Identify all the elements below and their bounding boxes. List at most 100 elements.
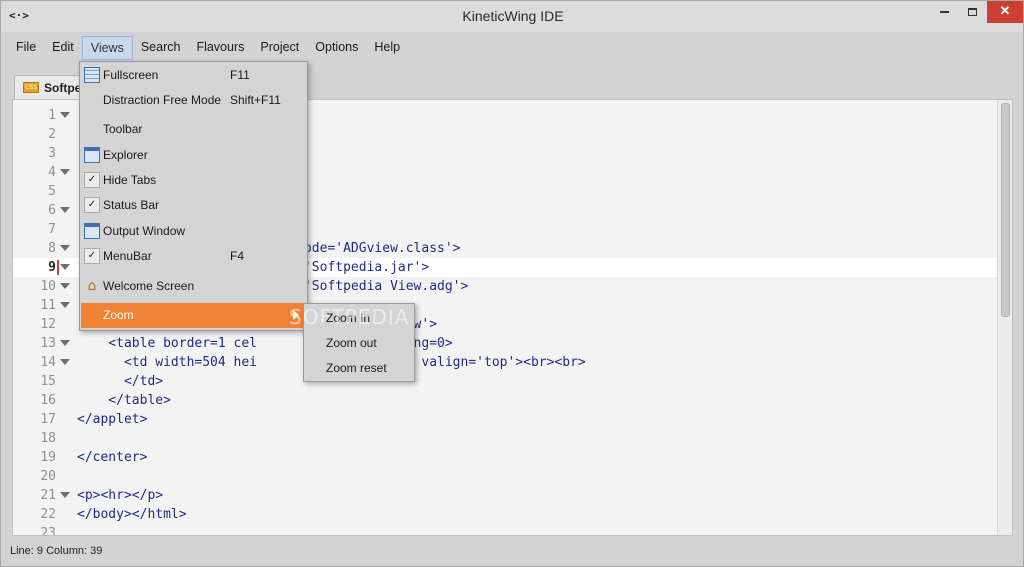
views-menu-item-output-window[interactable]: Output Window: [81, 219, 306, 244]
views-menu-item-menubar[interactable]: ✓ MenuBar F4: [81, 244, 306, 269]
menu-search[interactable]: Search: [133, 36, 189, 60]
close-button[interactable]: ✕: [987, 1, 1023, 23]
line-number: 5: [48, 184, 56, 199]
output-window-icon: [84, 223, 100, 239]
zoom-menu-item-zoom-reset[interactable]: Zoom reset: [326, 361, 387, 375]
line-number: 19: [40, 450, 56, 465]
explorer-icon: [84, 147, 100, 163]
editor-tab[interactable]: CSS Softpe: [14, 75, 84, 99]
menu-item-label: Explorer: [103, 148, 148, 162]
code-text: </table>: [77, 393, 171, 408]
menu-item-shortcut: F4: [230, 249, 245, 263]
minimize-button[interactable]: [931, 1, 958, 23]
vertical-scrollbar[interactable]: [997, 100, 1012, 535]
code-text: </td>: [77, 374, 164, 389]
ide-window: <·> KineticWing IDE ✕ File Edit Views Se…: [0, 0, 1024, 567]
title-bar[interactable]: <·> KineticWing IDE ✕: [1, 1, 1023, 32]
fold-arrow-icon[interactable]: [60, 169, 70, 175]
checkbox-checked-icon: ✓: [84, 248, 100, 264]
fold-arrow-icon[interactable]: [60, 207, 70, 213]
menu-views[interactable]: Views: [81, 36, 133, 60]
code-line[interactable]: 23: [13, 524, 997, 536]
views-menu-item-hide-tabs[interactable]: ✓ Hide Tabs: [81, 168, 306, 193]
code-line[interactable]: 20: [13, 467, 997, 486]
fold-arrow-icon[interactable]: [60, 492, 70, 498]
line-number: 20: [40, 469, 56, 484]
tab-label: Softpe: [44, 81, 82, 95]
submenu-arrow-icon: [293, 310, 299, 320]
line-number: 12: [40, 317, 56, 332]
line-number: 7: [48, 222, 56, 237]
status-bar: Line: 9 Column: 39: [1, 540, 1023, 566]
zoom-menu-item-zoom-out[interactable]: Zoom out: [326, 336, 377, 350]
line-number: 9: [48, 260, 56, 275]
menu-item-label: Welcome Screen: [103, 279, 195, 293]
menu-item-shortcut: Shift+F11: [230, 93, 281, 107]
views-menu-item-fullscreen[interactable]: Fullscreen F11: [81, 63, 306, 88]
views-menu-item-zoom[interactable]: Zoom: [81, 303, 306, 328]
menu-options[interactable]: Options: [307, 36, 366, 60]
code-text: <p><hr></p>: [77, 488, 164, 503]
views-dropdown-menu: Fullscreen F11 Distraction Free Mode Shift+…: [79, 61, 308, 331]
menu-item-label: Distraction Free Mode: [103, 93, 222, 107]
views-menu-item-explorer[interactable]: Explorer: [81, 143, 306, 168]
code-line[interactable]: 15 </td>: [13, 372, 997, 391]
line-number: 1: [48, 108, 56, 123]
menu-project[interactable]: Project: [252, 36, 307, 60]
code-text: </center>: [77, 450, 148, 465]
line-number: 23: [40, 526, 56, 536]
code-line[interactable]: 16 </table>: [13, 391, 997, 410]
minimize-icon: [940, 10, 949, 13]
menu-item-label: MenuBar: [103, 249, 152, 263]
status-text: Line: 9 Column: 39: [10, 545, 103, 557]
close-icon: ✕: [999, 3, 1011, 18]
views-menu-item-welcome-screen[interactable]: ⌂ Welcome Screen: [81, 274, 306, 299]
menu-bar: File Edit Views Search Flavours Project …: [8, 36, 408, 60]
fold-arrow-icon[interactable]: [60, 302, 70, 308]
menu-item-label: Zoom: [103, 308, 134, 322]
line-number: 3: [48, 146, 56, 161]
line-number: 4: [48, 165, 56, 180]
scrollbar-thumb[interactable]: [1001, 103, 1010, 317]
line-number: 13: [40, 336, 56, 351]
code-line[interactable]: 18: [13, 429, 997, 448]
views-menu-item-toolbar[interactable]: Toolbar: [81, 117, 306, 142]
code-line[interactable]: 21 <p><hr></p>: [13, 486, 997, 505]
menu-flavours[interactable]: Flavours: [188, 36, 252, 60]
maximize-icon: [968, 7, 977, 16]
checkbox-checked-icon: ✓: [84, 172, 100, 188]
code-line[interactable]: 19 </center>: [13, 448, 997, 467]
menu-item-label: Output Window: [103, 224, 186, 238]
code-line[interactable]: 17 </applet>: [13, 410, 997, 429]
fullscreen-icon: [84, 67, 100, 83]
line-number: 17: [40, 412, 56, 427]
zoom-menu-item-zoom-in[interactable]: Zoom In: [326, 311, 370, 325]
css-file-icon: CSS: [23, 82, 39, 93]
window-title: KineticWing IDE: [462, 8, 564, 24]
line-number: 21: [40, 488, 56, 503]
line-number: 18: [40, 431, 56, 446]
views-menu-item-distraction-free-mode[interactable]: Distraction Free Mode Shift+F11: [81, 88, 306, 113]
fold-arrow-icon[interactable]: [60, 340, 70, 346]
code-line[interactable]: 14 <td width=504 hei n='center' valign='…: [13, 353, 997, 372]
code-line[interactable]: 22 </body></html>: [13, 505, 997, 524]
maximize-button[interactable]: [959, 1, 986, 23]
fold-arrow-icon[interactable]: [60, 264, 70, 270]
code-line[interactable]: 13 <table border=1 cel ellpadding=0>: [13, 334, 997, 353]
line-number: 2: [48, 127, 56, 142]
fold-arrow-icon[interactable]: [60, 359, 70, 365]
menu-item-shortcut: F11: [230, 68, 250, 82]
menu-help[interactable]: Help: [366, 36, 408, 60]
zoom-submenu: Zoom In Zoom out Zoom reset: [303, 303, 415, 382]
line-number: 6: [48, 203, 56, 218]
menu-edit[interactable]: Edit: [44, 36, 82, 60]
views-menu-item-status-bar[interactable]: ✓ Status Bar: [81, 193, 306, 218]
menu-file[interactable]: File: [8, 36, 44, 60]
menu-item-label: Fullscreen: [103, 68, 159, 82]
fold-arrow-icon[interactable]: [60, 245, 70, 251]
fold-arrow-icon[interactable]: [60, 283, 70, 289]
home-icon: ⌂: [87, 278, 97, 294]
line-number: 8: [48, 241, 56, 256]
fold-arrow-icon[interactable]: [60, 112, 70, 118]
menu-item-label: Status Bar: [103, 198, 160, 212]
